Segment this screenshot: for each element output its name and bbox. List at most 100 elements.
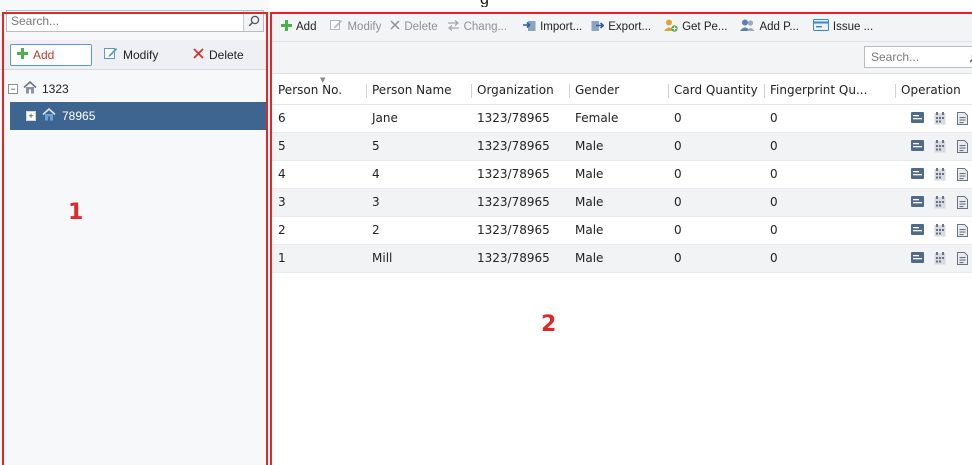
- delete-person-label: Delete: [404, 20, 438, 33]
- modify-person-button[interactable]: Modify: [330, 19, 381, 34]
- organization-cell: 1323/78965: [471, 160, 569, 189]
- column-header-operation: Operation: [895, 76, 972, 105]
- document-icon[interactable]: [957, 167, 970, 181]
- issue-card-button[interactable]: Issue ...: [812, 19, 874, 34]
- operation-cell: [895, 188, 972, 217]
- column-header-person-no[interactable]: ▼ Person No.: [272, 76, 366, 105]
- export-person-button[interactable]: Export...: [591, 19, 651, 35]
- table-row[interactable]: 4 4 1323/78965 Male 0 0: [272, 160, 972, 189]
- home-icon: [23, 80, 37, 97]
- gender-cell: Female: [569, 104, 668, 133]
- card-quantity-cell: 0: [668, 132, 764, 161]
- add-person-to-device-label: Add P...: [759, 20, 799, 33]
- gender-cell: Male: [569, 132, 668, 161]
- modify-organization-label: Modify: [123, 48, 159, 62]
- person-search-field[interactable]: [864, 46, 972, 68]
- person-name-cell: 3: [366, 188, 471, 217]
- card-icon[interactable]: [911, 111, 924, 125]
- search-icon[interactable]: [965, 47, 972, 67]
- add-organization-button[interactable]: Add: [10, 44, 92, 66]
- organization-panel: Add Modify Delete − 1323 +: [0, 0, 269, 465]
- figure-caption-fragment: g: [480, 0, 520, 7]
- organization-cell: 1323/78965: [471, 188, 569, 217]
- table-row[interactable]: 2 2 1323/78965 Male 0 0: [272, 216, 972, 245]
- table-row[interactable]: 3 3 1323/78965 Male 0 0: [272, 188, 972, 217]
- document-icon[interactable]: [957, 111, 970, 125]
- table-row[interactable]: 6 Jane 1323/78965 Female 0 0: [272, 104, 972, 133]
- card-icon[interactable]: [911, 223, 924, 237]
- card-quantity-cell: 0: [668, 216, 764, 245]
- add-person-label: Add: [296, 20, 317, 33]
- organization-toolbar: Add Modify Delete: [0, 40, 266, 70]
- issue-card-label: Issue ...: [832, 20, 874, 33]
- tree-node-root[interactable]: − 1323: [0, 76, 266, 102]
- column-header-organization[interactable]: Organization: [471, 76, 569, 105]
- column-header-card-quantity[interactable]: Card Quantity: [668, 76, 764, 105]
- document-icon[interactable]: [957, 139, 970, 153]
- document-icon[interactable]: [957, 251, 970, 265]
- add-person-to-device-button[interactable]: Add P...: [740, 19, 799, 35]
- search-icon[interactable]: [243, 11, 263, 31]
- card-icon[interactable]: [911, 251, 924, 265]
- person-no-cell: 5: [272, 132, 366, 161]
- tree-node-selected[interactable]: + 78965: [10, 102, 266, 130]
- import-person-button[interactable]: Import...: [523, 19, 582, 35]
- operation-cell: [895, 244, 972, 273]
- add-person-icon: [740, 19, 755, 35]
- fingerprint-quantity-cell: 0: [764, 160, 895, 189]
- expand-icon[interactable]: +: [26, 111, 36, 121]
- organization-search-input[interactable]: [7, 11, 237, 31]
- edit-icon: [330, 19, 343, 34]
- sort-indicator-icon: ▼: [320, 76, 326, 84]
- collapse-icon[interactable]: −: [8, 84, 18, 94]
- column-header-fingerprint-quantity[interactable]: Fingerprint Qu...: [764, 76, 895, 105]
- table-row[interactable]: 5 5 1323/78965 Male 0 0: [272, 132, 972, 161]
- fingerprint-quantity-cell: 0: [764, 188, 895, 217]
- get-person-label: Get Pe...: [682, 20, 728, 33]
- add-organization-label: Add: [33, 48, 55, 62]
- person-no-cell: 4: [272, 160, 366, 189]
- column-header-gender[interactable]: Gender: [569, 76, 668, 105]
- card-icon[interactable]: [911, 195, 924, 209]
- fingerprint-icon[interactable]: [934, 223, 947, 237]
- get-person-icon: [664, 19, 678, 35]
- x-icon: [193, 48, 204, 62]
- edit-icon: [104, 47, 118, 63]
- modify-organization-button[interactable]: Modify: [104, 44, 158, 66]
- change-organization-button[interactable]: Chang...: [447, 19, 508, 34]
- gender-cell: Male: [569, 244, 668, 273]
- fingerprint-icon[interactable]: [934, 251, 947, 265]
- document-icon[interactable]: [957, 223, 970, 237]
- add-person-button[interactable]: Add: [281, 19, 317, 34]
- document-icon[interactable]: [957, 195, 970, 209]
- change-organization-label: Chang...: [463, 20, 508, 33]
- person-toolbar: Add Modify Delete Chang... Import... Exp…: [272, 12, 972, 42]
- fingerprint-icon[interactable]: [934, 111, 947, 125]
- card-icon[interactable]: [911, 167, 924, 181]
- fingerprint-icon[interactable]: [934, 195, 947, 209]
- card-quantity-cell: 0: [668, 244, 764, 273]
- issue-card-icon: [812, 19, 829, 34]
- fingerprint-quantity-cell: 0: [764, 132, 895, 161]
- column-header-person-name[interactable]: Person Name: [366, 76, 471, 105]
- person-no-cell: 1: [272, 244, 366, 273]
- fingerprint-quantity-cell: 0: [764, 244, 895, 273]
- fingerprint-icon[interactable]: [934, 167, 947, 181]
- operation-cell: [895, 160, 972, 189]
- card-quantity-cell: 0: [668, 104, 764, 133]
- table-row[interactable]: 1 Mill 1323/78965 Male 0 0: [272, 244, 972, 273]
- get-person-button[interactable]: Get Pe...: [664, 19, 727, 35]
- tree-node-label: 78965: [62, 109, 96, 123]
- fingerprint-icon[interactable]: [934, 139, 947, 153]
- delete-person-button[interactable]: Delete: [390, 20, 438, 33]
- card-icon[interactable]: [911, 139, 924, 153]
- person-search-input[interactable]: [865, 47, 961, 67]
- card-quantity-cell: 0: [668, 160, 764, 189]
- x-icon: [390, 20, 400, 33]
- export-person-label: Export...: [608, 20, 652, 33]
- fingerprint-quantity-cell: 0: [764, 216, 895, 245]
- plus-icon: [281, 19, 292, 34]
- organization-search-field[interactable]: [6, 10, 264, 32]
- tree-node-label: 1323: [42, 82, 69, 96]
- delete-organization-button[interactable]: Delete: [193, 44, 244, 66]
